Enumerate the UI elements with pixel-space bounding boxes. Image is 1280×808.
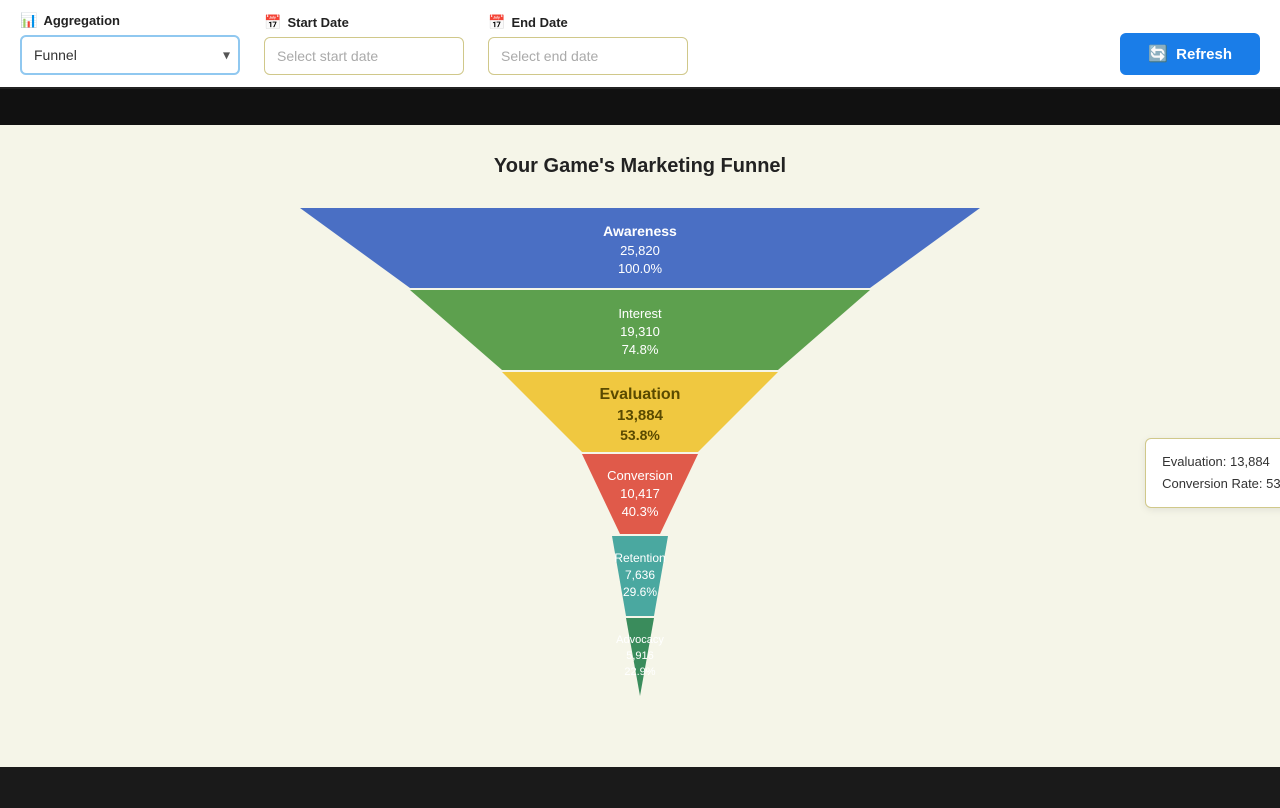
dark-separator-bar [0,89,1280,125]
funnel-container: Awareness 25,820 100.0% Interest 19,310 … [20,208,1260,703]
svg-text:Interest: Interest [618,306,662,321]
calendar-icon-end: 📅 [488,14,505,31]
tooltip-line2: Conversion Rate: 53.8% [1162,473,1280,495]
svg-text:7,636: 7,636 [625,568,655,582]
main-content: Your Game's Marketing Funnel Awareness 2… [0,125,1280,767]
refresh-icon: 🔄 [1148,44,1168,64]
end-date-input[interactable] [488,37,688,75]
svg-text:Advocacy: Advocacy [616,634,664,646]
svg-text:100.0%: 100.0% [618,261,663,276]
svg-text:Awareness: Awareness [603,223,677,239]
tooltip-line1: Evaluation: 13,884 [1162,451,1280,473]
funnel-chart: Awareness 25,820 100.0% Interest 19,310 … [150,208,1130,698]
refresh-button[interactable]: 🔄 Refresh [1120,33,1260,75]
funnel-svg-wrapper: Awareness 25,820 100.0% Interest 19,310 … [150,208,1130,703]
svg-text:5,916: 5,916 [626,650,654,662]
svg-text:19,310: 19,310 [620,324,660,339]
svg-text:Retention: Retention [614,551,665,565]
aggregation-label: 📊 Aggregation [20,12,240,29]
svg-text:53.8%: 53.8% [620,427,660,443]
end-date-label: 📅 End Date [488,14,688,31]
svg-text:13,884: 13,884 [617,407,664,424]
svg-text:29.6%: 29.6% [623,585,657,599]
toolbar: 📊 Aggregation Funnel Daily Weekly Monthl… [0,0,1280,89]
start-date-input[interactable] [264,37,464,75]
svg-text:25,820: 25,820 [620,243,660,258]
aggregation-select-wrapper: Funnel Daily Weekly Monthly ▾ [20,35,240,75]
end-date-group: 📅 End Date [488,14,688,75]
evaluation-tooltip: Evaluation: 13,884 Conversion Rate: 53.8… [1145,438,1280,508]
start-date-label: 📅 Start Date [264,14,464,31]
svg-text:74.8%: 74.8% [622,342,659,357]
svg-text:10,417: 10,417 [620,486,660,501]
start-date-group: 📅 Start Date [264,14,464,75]
svg-text:22.9%: 22.9% [624,666,655,678]
svg-text:Conversion: Conversion [607,468,673,483]
calendar-icon-start: 📅 [264,14,281,31]
chart-title: Your Game's Marketing Funnel [20,155,1260,178]
aggregation-icon: 📊 [20,12,37,29]
svg-text:Evaluation: Evaluation [600,386,681,403]
svg-text:40.3%: 40.3% [622,504,659,519]
aggregation-select[interactable]: Funnel Daily Weekly Monthly [20,35,240,75]
aggregation-group: 📊 Aggregation Funnel Daily Weekly Monthl… [20,12,240,75]
